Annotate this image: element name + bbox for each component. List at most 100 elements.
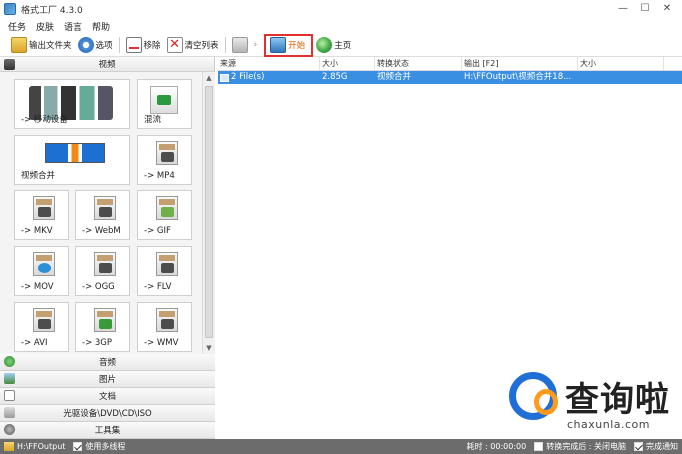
after-convert-checkbox[interactable] — [534, 442, 544, 451]
options-label: 选项 — [95, 41, 113, 51]
tile-mkv[interactable]: -> MKV — [14, 190, 69, 240]
options-button[interactable]: 选项 — [75, 35, 116, 56]
tile-label: 混流 — [144, 115, 162, 125]
clear-icon: ✕ — [166, 37, 183, 53]
title-bar: 格式工厂 4.3.0 — ☐ ✕ — [0, 0, 682, 18]
column-status[interactable]: 转换状态 — [375, 57, 462, 70]
tile-ogg[interactable]: -> OGG — [75, 246, 130, 296]
row-source-text: 2 File(s) — [231, 72, 265, 82]
avi-icon — [33, 308, 55, 332]
tile-mov[interactable]: -> MOV — [14, 246, 69, 296]
tile-label: -> WMV — [144, 338, 179, 348]
disc-drive-icon — [4, 407, 15, 418]
section-video-label: 视频 — [98, 60, 116, 70]
section-tools[interactable]: 工具集 — [0, 422, 215, 439]
mux-icon — [150, 86, 178, 114]
file-icon — [220, 73, 229, 82]
tile-label: -> WebM — [82, 226, 121, 236]
multithread-checkbox[interactable] — [73, 442, 83, 451]
scroll-down-icon[interactable]: ▼ — [203, 342, 215, 354]
table-row[interactable]: 2 File(s) 2.85G 视频合并 H:\FFOutput\视频合并18.… — [218, 71, 682, 84]
maximize-button[interactable]: ☐ — [634, 2, 656, 16]
section-document-label: 文档 — [98, 392, 116, 402]
category-panel: 视频 -> 移动设备 混流 视频合并 -> MP4 -> MKV -> WebM — [0, 57, 215, 439]
after-convert-label: 转换完成后 : 关闭电脑 — [546, 442, 626, 451]
window-controls: — ☐ ✕ — [612, 2, 678, 16]
folder-icon — [4, 442, 14, 451]
section-document[interactable]: 文档 — [0, 388, 215, 405]
start-button[interactable]: 开始 — [264, 33, 314, 57]
tile-merge[interactable]: 视频合并 — [14, 135, 130, 185]
output-path[interactable]: H:\FFOutput — [17, 442, 65, 451]
remove-button[interactable]: 移除 — [123, 35, 164, 56]
row-status: 视频合并 — [377, 72, 412, 82]
tile-gif[interactable]: -> GIF — [137, 190, 192, 240]
watermark-cn: 查询啦 — [565, 380, 670, 420]
menu-item-language[interactable]: 语言 — [64, 20, 82, 33]
clear-list-button[interactable]: ✕ 清空列表 — [164, 35, 222, 56]
section-disc[interactable]: 光驱设备\DVD\CD\ISO — [0, 405, 215, 422]
arrow-icon: › — [253, 40, 258, 50]
column-output-size[interactable]: 大小 — [578, 57, 664, 70]
menu-item-skin[interactable]: 皮肤 — [36, 20, 54, 33]
section-disc-label: 光驱设备\DVD\CD\ISO — [63, 409, 152, 419]
tile-avi[interactable]: -> AVI — [14, 302, 69, 352]
tile-label: -> FLV — [144, 282, 172, 292]
wmv-icon — [156, 308, 178, 332]
tile-label: -> 3GP — [82, 338, 113, 348]
document-icon — [4, 390, 15, 401]
elapsed-time: 耗时 : 00:00:00 — [466, 442, 527, 451]
section-picture-label: 图片 — [98, 375, 116, 385]
close-button[interactable]: ✕ — [656, 2, 678, 16]
video-merge-icon — [45, 143, 105, 163]
scroll-thumb[interactable] — [205, 86, 213, 338]
tiles-scrollbar[interactable]: ▲ ▼ — [202, 72, 215, 354]
app-icon — [4, 3, 16, 15]
tile-mobile[interactable]: -> 移动设备 — [14, 79, 130, 129]
status-right: 耗时 : 00:00:00 转换完成后 : 关闭电脑 完成通知 — [466, 441, 678, 452]
mov-icon — [33, 252, 55, 276]
home-button[interactable]: 主页 — [313, 35, 354, 56]
mp4-icon — [156, 141, 178, 165]
mkv-icon — [33, 196, 55, 220]
tile-label: -> MOV — [21, 282, 54, 292]
tile-label: -> GIF — [144, 226, 171, 236]
stop-button[interactable] — [229, 35, 253, 56]
notify-label: 完成通知 — [646, 442, 678, 451]
home-icon — [316, 37, 333, 53]
minimize-button[interactable]: — — [612, 2, 634, 16]
3gp-icon — [94, 308, 116, 332]
gif-icon — [156, 196, 178, 220]
watermark-en: chaxunla.com — [567, 418, 650, 431]
column-source[interactable]: 来源 — [218, 57, 320, 70]
webm-icon — [94, 196, 116, 220]
tile-wmv[interactable]: -> WMV — [137, 302, 192, 352]
notify-checkbox[interactable] — [634, 442, 643, 451]
video-tiles: -> 移动设备 混流 视频合并 -> MP4 -> MKV -> WebM ->… — [0, 72, 202, 354]
column-output[interactable]: 输出 [F2] — [462, 57, 578, 70]
tile-3gp[interactable]: -> 3GP — [75, 302, 130, 352]
toolbar-separator — [118, 37, 120, 53]
other-sections: 音频 图片 文档 光驱设备\DVD\CD\ISO 工具集 — [0, 354, 215, 439]
menu-item-task[interactable]: 任务 — [8, 20, 26, 33]
scroll-up-icon[interactable]: ▲ — [203, 72, 215, 84]
menu-item-help[interactable]: 帮助 — [92, 20, 110, 33]
tile-flv[interactable]: -> FLV — [137, 246, 192, 296]
window-title: 格式工厂 4.3.0 — [21, 5, 83, 16]
menu-bar: 任务 皮肤 语言 帮助 — [0, 18, 682, 34]
stop-icon — [231, 37, 248, 53]
section-video[interactable]: 视频 — [0, 57, 214, 72]
start-label: 开始 — [288, 41, 306, 51]
tile-mux[interactable]: 混流 — [137, 79, 192, 129]
section-audio-label: 音频 — [98, 358, 116, 368]
output-folder-button[interactable]: 输出文件夹 — [8, 35, 75, 56]
tile-mp4[interactable]: -> MP4 — [137, 135, 192, 185]
clear-list-label: 清空列表 — [184, 41, 219, 51]
tile-webm[interactable]: -> WebM — [75, 190, 130, 240]
section-picture[interactable]: 图片 — [0, 371, 215, 388]
row-size: 2.85G — [322, 72, 348, 82]
task-list-header: 来源 大小 转换状态 输出 [F2] 大小 — [218, 57, 682, 71]
column-size[interactable]: 大小 — [320, 57, 375, 70]
section-audio[interactable]: 音频 — [0, 354, 215, 371]
tile-label: -> MKV — [21, 226, 53, 236]
